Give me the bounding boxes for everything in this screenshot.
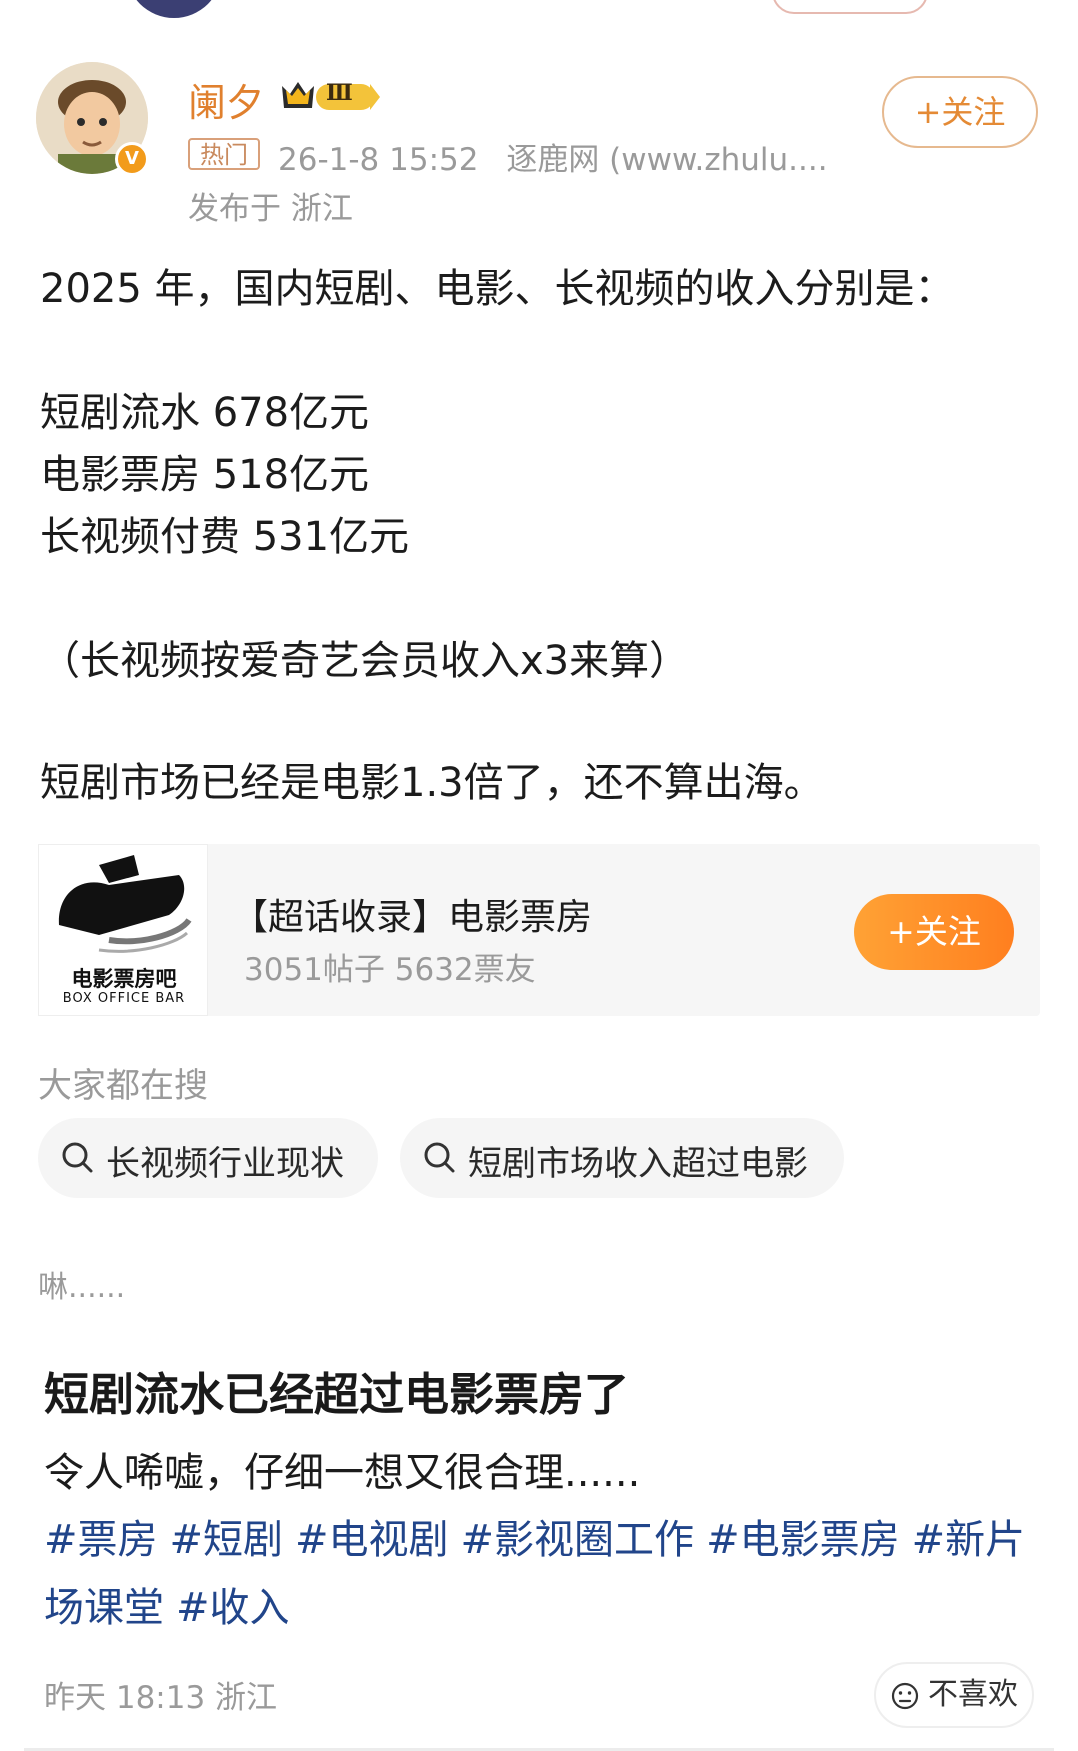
follow-topic-button[interactable]: +关注 — [854, 894, 1014, 970]
hot-tag: 热门 — [188, 138, 260, 170]
verified-badge: V — [115, 142, 149, 176]
body-line: 电影票房 518亿元 — [40, 452, 370, 498]
previous-post-button[interactable] — [772, 0, 928, 14]
logo-text-en: BOX OFFICE BAR — [62, 991, 186, 1006]
related-time: 昨天 18:13 浙江 — [44, 1680, 278, 1716]
dislike-label: 不喜欢 — [928, 1677, 1018, 1712]
post-meta: 26-1-8 15:52 逐鹿网 (www.zhulu.... — [278, 134, 846, 179]
frown-face-icon — [891, 1682, 919, 1710]
search-suggestion-text: 长视频行业现状 — [106, 1144, 344, 1184]
level-number: Ⅲ — [326, 80, 353, 106]
search-suggestion[interactable]: 短剧市场收入超过电影 — [400, 1118, 844, 1198]
body-line: （长视频按爱奇艺会员收入x3来算） — [40, 638, 690, 684]
topic-title[interactable]: 【超话收录】电影票房 — [232, 888, 592, 940]
topic-logo: 电影票房吧 BOX OFFICE BAR — [38, 844, 208, 1016]
search-suggestion[interactable]: 长视频行业现状 — [38, 1118, 378, 1198]
body-line: 短剧市场已经是电影1.3倍了，还不算出海。 — [40, 760, 824, 806]
post-time: 26-1-8 15:52 — [278, 142, 479, 178]
dislike-button[interactable]: 不喜欢 — [874, 1662, 1034, 1728]
body-line: 长视频付费 531亿元 — [40, 514, 410, 560]
hashtag-link[interactable]: #收入 — [176, 1585, 290, 1631]
hashtag-link[interactable]: #短剧 — [170, 1517, 284, 1563]
search-section-label: 大家都在搜 — [38, 1066, 208, 1106]
hashtag-link[interactable]: #影视圈工作 — [461, 1517, 695, 1563]
search-suggestion-text: 短剧市场收入超过电影 — [468, 1144, 808, 1184]
related-headline[interactable]: 短剧流水已经超过电影票房了 — [44, 1358, 629, 1423]
post-source[interactable]: 逐鹿网 (www.zhulu.... — [506, 142, 827, 178]
search-icon — [424, 1142, 455, 1173]
search-icon — [62, 1142, 93, 1173]
previous-post-avatar[interactable] — [126, 0, 222, 18]
film-reel-icon — [58, 855, 192, 953]
post-location: 发布于 浙江 — [188, 191, 353, 227]
level-badge-icon: Ⅲ — [276, 78, 382, 114]
body-line: 2025 年，国内短剧、电影、长视频的收入分别是： — [40, 266, 955, 312]
hashtag-link[interactable]: #电影票房 — [706, 1517, 900, 1563]
hashtag-link[interactable]: #电视剧 — [295, 1517, 449, 1563]
follow-author-button[interactable]: +关注 — [882, 76, 1038, 148]
body-line: 短剧流水 678亿元 — [40, 390, 370, 436]
hashtag-list: #票房 #短剧 #电视剧 #影视圈工作 #电影票房 #新片场课堂 #收入 — [44, 1506, 1034, 1642]
related-subline: 令人唏嘘，仔细一想又很合理...... — [44, 1450, 641, 1496]
comment-snippet: 啉...... — [38, 1270, 126, 1305]
topic-stats: 3051帖子 5632票友 — [244, 952, 536, 988]
hashtag-link[interactable]: #票房 — [44, 1517, 158, 1563]
logo-text-cn: 电影票房吧 — [71, 966, 177, 991]
author-name[interactable]: 阑夕 — [188, 72, 264, 127]
